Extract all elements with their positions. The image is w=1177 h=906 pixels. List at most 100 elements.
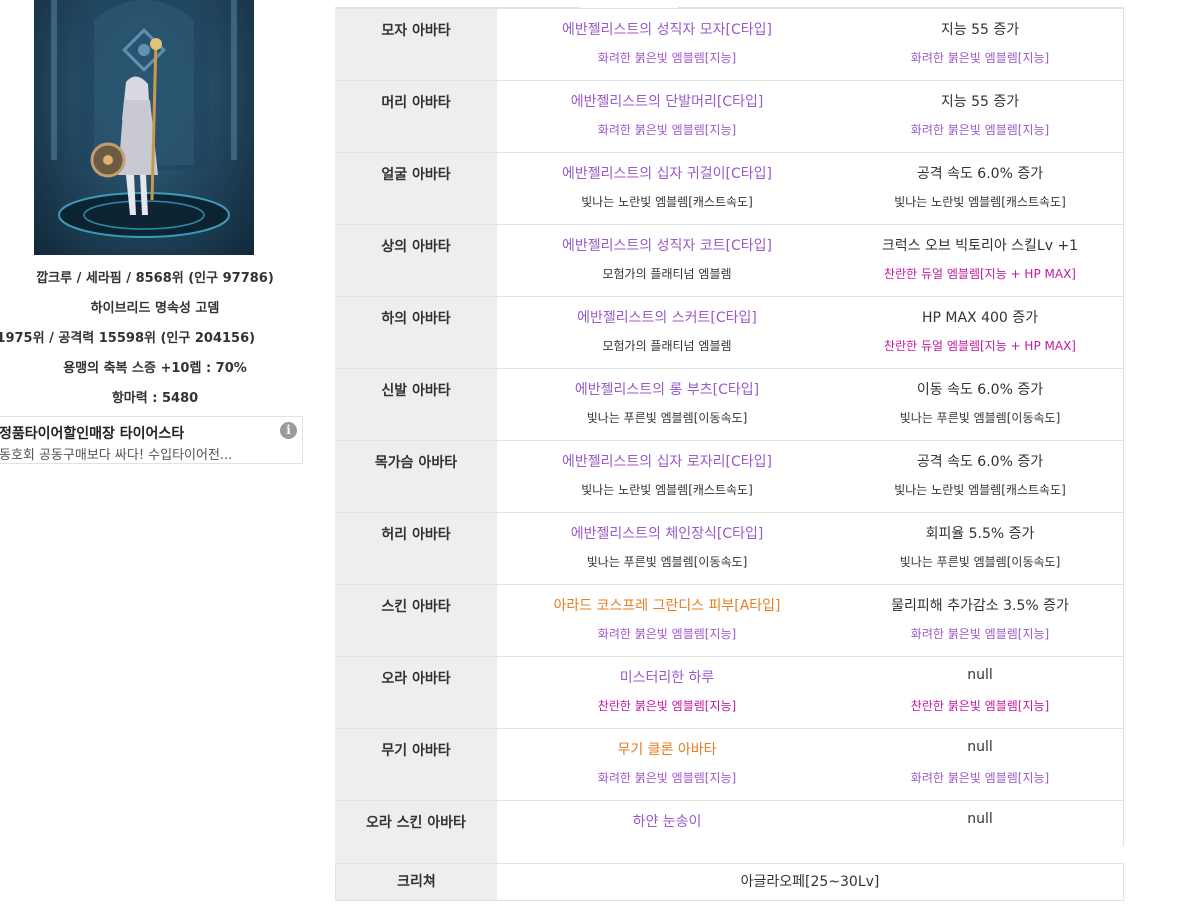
- avatar-stat-emblem: 화려한 붉은빛 엠블렘[지능]: [910, 123, 1050, 137]
- avatar-item-name[interactable]: 무기 클론 아바타: [497, 739, 837, 759]
- avatar-item-emblem: 찬란한 붉은빛 엠블렘[지능]: [597, 699, 737, 713]
- avatar-row: 허리 아바타 에반젤리스트의 체인장식[C타입] 빛나는 푸른빛 엠블렘[이동속도]…: [335, 512, 1124, 584]
- avatar-row: 스킨 아바타 아라드 코스프레 그란디스 피부[A타입] 화려한 붉은빛 엠블렘[지…: [335, 584, 1124, 656]
- avatar-stat-cell: 지능 55 증가화려한 붉은빛 엠블렘[지능]: [837, 81, 1123, 152]
- avatar-option-stat: null: [967, 739, 993, 755]
- avatar-item-cell: 무기 클론 아바타화려한 붉은빛 엠블렘[지능]: [497, 729, 837, 800]
- info-icon[interactable]: i: [280, 422, 297, 439]
- avatar-row: 머리 아바타 에반젤리스트의 단발머리[C타입] 화려한 붉은빛 엠블렘[지능] 지능…: [335, 80, 1124, 152]
- avatar-item-name[interactable]: 미스터리한 하루: [497, 667, 837, 687]
- creature-value[interactable]: 아글라오페[25~30Lv]: [497, 864, 1123, 900]
- avatar-item-cell: 하얀 눈송이: [497, 801, 837, 872]
- avatar-stat-cell: null 찬란한 붉은빛 엠블렘[지능]: [837, 657, 1123, 728]
- ad-description[interactable]: 동호회 공동구매보다 싸다! 수입타이어전...: [0, 444, 232, 463]
- avatar-option-stat: 이동 속도 6.0% 증가: [916, 382, 1044, 398]
- avatar-item-name[interactable]: 에반젤리스트의 십자 로자리[C타입]: [497, 451, 837, 471]
- avatar-row: 목가슴 아바타 에반젤리스트의 십자 로자리[C타입] 빛나는 노란빛 엠블렘[캐스…: [335, 440, 1124, 512]
- avatar-row: 상의 아바타 에반젤리스트의 성직자 코트[C타입] 모험가의 플래티넘 엠블렘 크럭…: [335, 224, 1124, 296]
- avatar-slot-label: 모자 아바타: [335, 9, 497, 80]
- avatar-slot-label: 목가슴 아바타: [335, 441, 497, 512]
- avatar-stat-cell: 공격 속도 6.0% 증가빛나는 노란빛 엠블렘[캐스트속도]: [837, 441, 1123, 512]
- avatar-row: 무기 아바타 무기 클론 아바타 화려한 붉은빛 엠블렘[지능] null 화려한 붉은…: [335, 728, 1124, 800]
- avatar-item-cell: 아라드 코스프레 그란디스 피부[A타입] 화려한 붉은빛 엠블렘[지능]: [497, 585, 837, 656]
- table-footer-strip: [335, 846, 497, 863]
- avatar-item-name[interactable]: 에반젤리스트의 성직자 모자[C타입]: [497, 19, 837, 39]
- avatar-slot-label: 하의 아바타: [335, 297, 497, 368]
- avatar-stat-cell: 공격 속도 6.0% 증가 빛나는 노란빛 엠블렘[캐스트속도]: [837, 153, 1123, 224]
- avatar-item-name[interactable]: 에반젤리스트의 스커트[C타입]: [497, 307, 837, 327]
- creature-row: 크리쳐 아글라오페[25~30Lv]: [335, 863, 1124, 901]
- avatar-item-emblem: 빛나는 푸른빛 엠블렘[이동속도]: [586, 411, 748, 425]
- avatar-slot-label: 스킨 아바타: [335, 585, 497, 656]
- avatar-option-stat: 공격 속도 6.0% 증가: [916, 166, 1044, 182]
- avatar-option-stat: 크럭스 오브 빅토리아 스킬Lv +1: [881, 238, 1079, 254]
- avatar-stat-cell: 지능 55 증가화려한 붉은빛 엠블렘[지능]: [837, 9, 1123, 80]
- avatar-stat-emblem: 화려한 붉은빛 엠블렘[지능]: [910, 51, 1050, 65]
- avatar-item-cell: 미스터리한 하루찬란한 붉은빛 엠블렘[지능]: [497, 657, 837, 728]
- avatar-option-stat: HP MAX 400 증가: [921, 310, 1039, 326]
- ad-title[interactable]: 정품타이어할인매장 타이어스타: [0, 423, 184, 443]
- avatar-stat-cell: null: [837, 801, 1123, 872]
- avatar-row: 얼굴 아바타 에반젤리스트의 십자 귀걸이[C타입] 빛나는 노란빛 엠블렘[캐스트…: [335, 152, 1124, 224]
- character-illustration: [51, 0, 237, 238]
- avatar-option-stat: 지능 55 증가: [940, 22, 1020, 38]
- ad-banner[interactable]: 정품타이어할인매장 타이어스타 동호회 공동구매보다 싸다! 수입타이어전...…: [0, 416, 303, 464]
- avatar-slot-label: 허리 아바타: [335, 513, 497, 584]
- avatar-slot-label: 머리 아바타: [335, 81, 497, 152]
- avatar-row: 하의 아바타 에반젤리스트의 스커트[C타입] 모험가의 플래티넘 엠블렘 HP MA…: [335, 296, 1124, 368]
- character-portrait: [34, 0, 254, 255]
- stat-rank-line: 스탯 11975위 / 공격력 15598위 (인구 204156): [0, 331, 256, 346]
- avatar-option-stat: 물리피해 추가감소 3.5% 증가: [891, 598, 1069, 614]
- avatar-row: 모자 아바타 에반젤리스트의 성직자 모자[C타입] 화려한 붉은빛 엠블렘[지능]…: [335, 8, 1124, 80]
- avatar-item-name[interactable]: 에반젤리스트의 십자 귀걸이[C타입]: [497, 163, 837, 183]
- avatar-stat-cell: 크럭스 오브 빅토리아 스킬Lv +1 찬란한 듀얼 엠블렘[지능 + HP MA…: [837, 225, 1123, 296]
- avatar-item-name[interactable]: 에반젤리스트의 롱 부츠[C타입]: [497, 379, 837, 399]
- avatar-item-emblem: 모험가의 플래티넘 엠블렘: [602, 339, 732, 353]
- avatar-item-cell: 에반젤리스트의 십자 로자리[C타입] 빛나는 노란빛 엠블렘[캐스트속도]: [497, 441, 837, 512]
- avatar-stat-emblem: 찬란한 붉은빛 엠블렘[지능]: [910, 699, 1050, 713]
- avatar-item-emblem: 화려한 붉은빛 엠블렘[지능]: [597, 627, 737, 641]
- avatar-option-stat: 회피율 5.5% 증가: [925, 526, 1035, 542]
- avatar-item-emblem: 화려한 붉은빛 엠블렘[지능]: [597, 51, 737, 65]
- avatar-option-stat: 지능 55 증가: [940, 94, 1020, 110]
- avatar-slot-label: 얼굴 아바타: [335, 153, 497, 224]
- avatar-option-stat: null: [967, 811, 993, 827]
- avatar-row: 오라 아바타 미스터리한 하루찬란한 붉은빛 엠블렘[지능] null 찬란한 붉은빛…: [335, 656, 1124, 728]
- avatar-item-name[interactable]: 에반젤리스트의 단발머리[C타입]: [497, 91, 837, 111]
- character-rank-line: 깝크루 / 세라핌 / 8568위 (인구 97786): [36, 271, 274, 286]
- avatar-item-cell: 에반젤리스트의 스커트[C타입] 모험가의 플래티넘 엠블렘: [497, 297, 837, 368]
- avatar-option-stat: 공격 속도 6.0% 증가: [916, 454, 1044, 470]
- avatar-item-name[interactable]: 에반젤리스트의 성직자 코트[C타입]: [497, 235, 837, 255]
- avatar-stat-emblem: 빛나는 노란빛 엠블렘[캐스트속도]: [894, 483, 1066, 497]
- avatar-row: 신발 아바타 에반젤리스트의 롱 부츠[C타입] 빛나는 푸른빛 엠블렘[이동속도]…: [335, 368, 1124, 440]
- avatar-stat-cell: null 화려한 붉은빛 엠블렘[지능]: [837, 729, 1123, 800]
- avatar-stat-cell: 회피율 5.5% 증가 빛나는 푸른빛 엠블렘[이동속도]: [837, 513, 1123, 584]
- avatar-item-emblem: 화려한 붉은빛 엠블렘[지능]: [597, 123, 737, 137]
- avatar-stat-emblem: 화려한 붉은빛 엠블렘[지능]: [910, 771, 1050, 785]
- avatar-item-emblem: 빛나는 노란빛 엠블렘[캐스트속도]: [581, 195, 753, 209]
- avatar-item-emblem: 빛나는 노란빛 엠블렘[캐스트속도]: [581, 483, 753, 497]
- avatar-item-name[interactable]: 하얀 눈송이: [497, 811, 837, 831]
- avatar-item-name[interactable]: 에반젤리스트의 체인장식[C타입]: [497, 523, 837, 543]
- avatar-item-emblem: 빛나는 푸른빛 엠블렘[이동속도]: [586, 555, 748, 569]
- avatar-item-emblem: 화려한 붉은빛 엠블렘[지능]: [597, 771, 737, 785]
- avatar-option-stat: null: [967, 667, 993, 683]
- resistance-line: 항마력 : 5480: [111, 391, 199, 406]
- avatar-slot-label: 오라 아바타: [335, 657, 497, 728]
- avatar-stat-emblem: 빛나는 푸른빛 엠블렘[이동속도]: [899, 411, 1061, 425]
- character-build-line: 하이브리드 명속성 고뎀: [90, 301, 220, 316]
- avatar-stat-emblem: 찬란한 듀얼 엠블렘[지능 + HP MAX]: [884, 267, 1076, 281]
- avatar-item-name[interactable]: 아라드 코스프레 그란디스 피부[A타입]: [497, 595, 837, 615]
- avatar-stat-cell: HP MAX 400 증가찬란한 듀얼 엠블렘[지능 + HP MAX]: [837, 297, 1123, 368]
- avatar-item-cell: 에반젤리스트의 성직자 모자[C타입] 화려한 붉은빛 엠블렘[지능]: [497, 9, 837, 80]
- avatar-item-cell: 에반젤리스트의 체인장식[C타입] 빛나는 푸른빛 엠블렘[이동속도]: [497, 513, 837, 584]
- avatar-item-cell: 에반젤리스트의 단발머리[C타입] 화려한 붉은빛 엠블렘[지능]: [497, 81, 837, 152]
- avatar-slot-label: 상의 아바타: [335, 225, 497, 296]
- avatar-item-cell: 에반젤리스트의 롱 부츠[C타입] 빛나는 푸른빛 엠블렘[이동속도]: [497, 369, 837, 440]
- avatar-stat-emblem: 화려한 붉은빛 엠블렘[지능]: [910, 627, 1050, 641]
- profile-panel: 깝크루 / 세라핌 / 8568위 (인구 97786) 하이브리드 명속성 고…: [0, 0, 310, 906]
- avatar-item-cell: 에반젤리스트의 십자 귀걸이[C타입] 빛나는 노란빛 엠블렘[캐스트속도]: [497, 153, 837, 224]
- avatar-item-emblem: 모험가의 플래티넘 엠블렘: [602, 267, 732, 281]
- avatar-stat-emblem: 찬란한 듀얼 엠블렘[지능 + HP MAX]: [884, 339, 1076, 353]
- buff-line: 용맹의 축복 스증 +10렙 : 70%: [63, 361, 247, 376]
